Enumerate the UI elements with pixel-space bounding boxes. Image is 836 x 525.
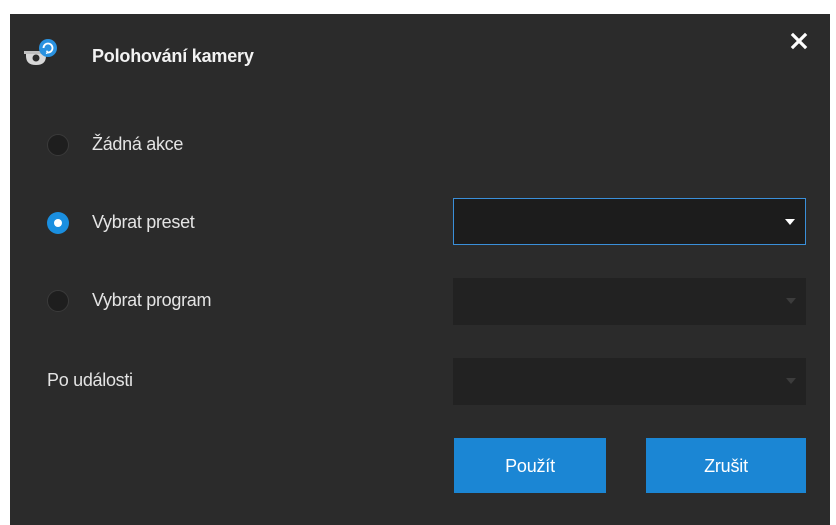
cancel-button[interactable]: Zrušit [646, 438, 806, 493]
radio-select-preset[interactable] [47, 212, 69, 234]
event-label: Po události [47, 370, 133, 390]
camera-positioning-icon [24, 39, 57, 65]
dialog-title-bar: Polohování kamery [10, 14, 830, 92]
camera-positioning-dialog: Polohování kamery Žádná akce Vybrat pres… [10, 14, 830, 525]
close-icon[interactable] [784, 26, 814, 56]
apply-button[interactable]: Použít [454, 438, 606, 493]
program-dropdown[interactable] [453, 278, 806, 325]
chevron-down-icon [786, 298, 796, 304]
chevron-down-icon [786, 378, 796, 384]
radio-select-preset-label: Vybrat preset [92, 212, 195, 232]
radio-select-program[interactable] [47, 290, 69, 312]
preset-dropdown[interactable] [453, 198, 806, 245]
radio-no-action[interactable] [47, 134, 69, 156]
radio-no-action-label: Žádná akce [92, 134, 184, 154]
radio-select-program-label: Vybrat program [92, 290, 212, 310]
chevron-down-icon [785, 219, 795, 225]
dialog-title: Polohování kamery [92, 46, 254, 66]
event-dropdown[interactable] [453, 358, 806, 405]
